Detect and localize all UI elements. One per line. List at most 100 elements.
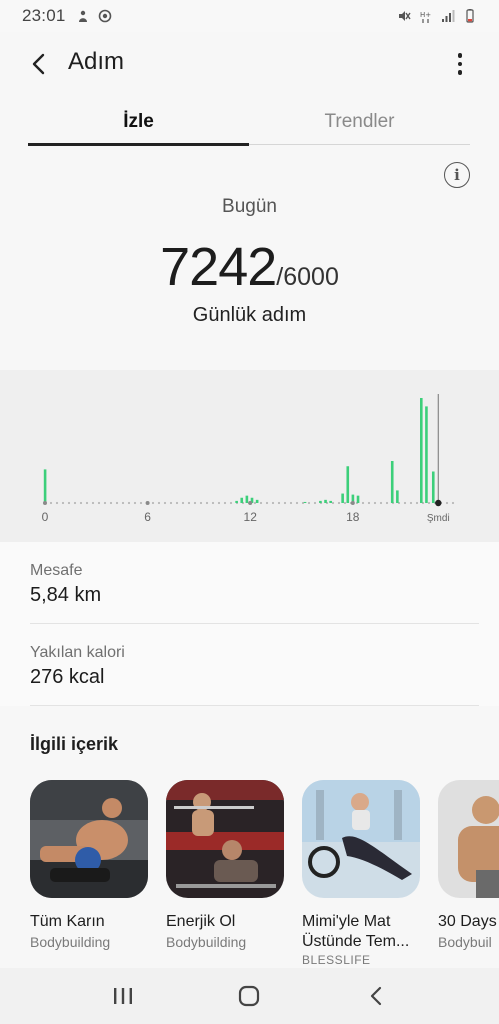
- baseline-dot: [121, 501, 125, 505]
- card-thumbnail: [438, 780, 499, 898]
- system-back-button[interactable]: [356, 976, 396, 1016]
- mute-icon: [399, 11, 411, 21]
- status-bar: 23:01 H+: [0, 0, 499, 32]
- related-title: İlgili içerik: [30, 734, 119, 754]
- baseline-dot: [55, 501, 59, 505]
- chart-svg: 0 6 12 18 Şmdi: [42, 394, 455, 524]
- baseline-dot: [307, 501, 311, 505]
- signal-icon: [442, 10, 455, 22]
- chart-bar: [324, 499, 327, 503]
- related-card[interactable]: Mimi'yle Mat Üstünde Tem... BLESSLIFE: [302, 780, 420, 968]
- baseline-dot: [451, 501, 455, 505]
- baseline-dot: [373, 501, 377, 505]
- baseline-dot: [223, 501, 227, 505]
- chart-bar: [396, 490, 399, 503]
- recent-apps-button[interactable]: [103, 976, 143, 1016]
- baseline-dot: [61, 501, 65, 505]
- baseline-dot: [139, 501, 143, 505]
- baseline-dot: [331, 501, 335, 505]
- tick-dot: [145, 501, 150, 505]
- card-thumbnail: [30, 780, 148, 898]
- baseline-dot: [109, 501, 113, 505]
- tick-dot: [43, 501, 47, 505]
- baseline-dot: [409, 501, 413, 505]
- baseline-dot: [427, 501, 431, 505]
- x-tick-label: 18: [346, 510, 360, 524]
- baseline-dot: [187, 501, 191, 505]
- baseline-dot: [49, 501, 53, 505]
- baseline-dot: [79, 501, 83, 505]
- chart-bar: [255, 499, 259, 503]
- baseline-dot: [199, 501, 203, 505]
- baseline-dot: [73, 501, 77, 505]
- home-button[interactable]: [229, 976, 269, 1016]
- page-title: Adım: [68, 48, 125, 75]
- card-thumbnail: [166, 780, 284, 898]
- baseline-dot: [415, 501, 419, 505]
- baseline-dot: [295, 501, 299, 505]
- card-title: Enerjik Ol: [166, 913, 236, 930]
- steps-label: Günlük adım: [192, 304, 307, 326]
- baseline-dot: [385, 501, 389, 505]
- related-card[interactable]: Tüm Karın Bodybuilding: [30, 780, 148, 952]
- baseline-dot: [127, 501, 131, 505]
- chart-bar: [319, 500, 322, 503]
- status-left-icons: [76, 9, 112, 23]
- chart-bar: [390, 461, 394, 503]
- baseline-dot: [343, 501, 347, 505]
- related-card[interactable]: 30 Days Bodybuil: [438, 780, 499, 952]
- card-thumbnail: [302, 780, 420, 898]
- x-tick-label: 6: [144, 510, 151, 524]
- divider: [30, 705, 479, 706]
- usb-icon: [78, 10, 87, 22]
- chart-bar: [341, 493, 344, 503]
- related-card[interactable]: Enerjik Ol Bodybuilding: [166, 780, 284, 952]
- chart-bar: [356, 495, 360, 503]
- chart-bar: [240, 497, 244, 503]
- baseline-dot: [193, 501, 197, 505]
- recent-apps-icon: [114, 988, 133, 1004]
- card-subtitle: Bodybuilding: [30, 934, 111, 950]
- card-subtitle: Bodybuilding: [166, 934, 247, 950]
- chart-bar: [43, 469, 47, 503]
- baseline-dot: [85, 501, 89, 505]
- steps-summary: 7242/6000: [0, 236, 499, 298]
- baseline-dot: [403, 501, 407, 505]
- baseline-dot: [229, 501, 233, 505]
- baseline-dot: [361, 501, 365, 505]
- stat-label: Mesafe: [30, 562, 83, 579]
- baseline-dot: [103, 501, 107, 505]
- stat-value: 276 kcal: [30, 666, 105, 688]
- baseline-dot: [133, 501, 137, 505]
- more-options-button[interactable]: [446, 48, 474, 80]
- baseline-dot: [337, 501, 341, 505]
- data-icon: H+: [420, 11, 431, 23]
- back-button[interactable]: [24, 50, 52, 78]
- related-cards: Tüm Karın Bodybuilding Enerjik Ol Bodybu…: [0, 780, 499, 968]
- baseline-dot: [175, 501, 179, 505]
- status-time: 23:01: [22, 6, 66, 25]
- battery-icon: [466, 9, 474, 23]
- baseline-dot: [259, 501, 263, 505]
- baseline-dot: [265, 501, 269, 505]
- chart-bar: [245, 495, 249, 503]
- tick-dot: [350, 501, 355, 505]
- tab-trendler[interactable]: Trendler: [249, 100, 470, 146]
- more-vertical-icon: [457, 53, 463, 58]
- baseline-dot: [313, 501, 317, 505]
- baseline-dot: [181, 501, 185, 505]
- tab-izle[interactable]: İzle: [28, 100, 249, 146]
- hourly-steps-chart[interactable]: 0 6 12 18 Şmdi: [0, 370, 499, 542]
- tab-bar: İzle Trendler: [28, 100, 470, 146]
- stat-calories[interactable]: Yakılan kalori 276 kcal: [30, 644, 125, 689]
- stat-distance[interactable]: Mesafe 5,84 km: [30, 562, 101, 607]
- baseline-dot: [157, 501, 161, 505]
- x-tick-label: 0: [42, 510, 49, 524]
- baseline-dot: [205, 501, 209, 505]
- info-icon[interactable]: i: [444, 162, 470, 188]
- home-icon: [239, 985, 260, 1007]
- back-arrow-icon: [32, 53, 45, 75]
- baseline-dot: [253, 501, 257, 505]
- baseline-dot: [151, 501, 155, 505]
- sync-icon: [98, 9, 111, 23]
